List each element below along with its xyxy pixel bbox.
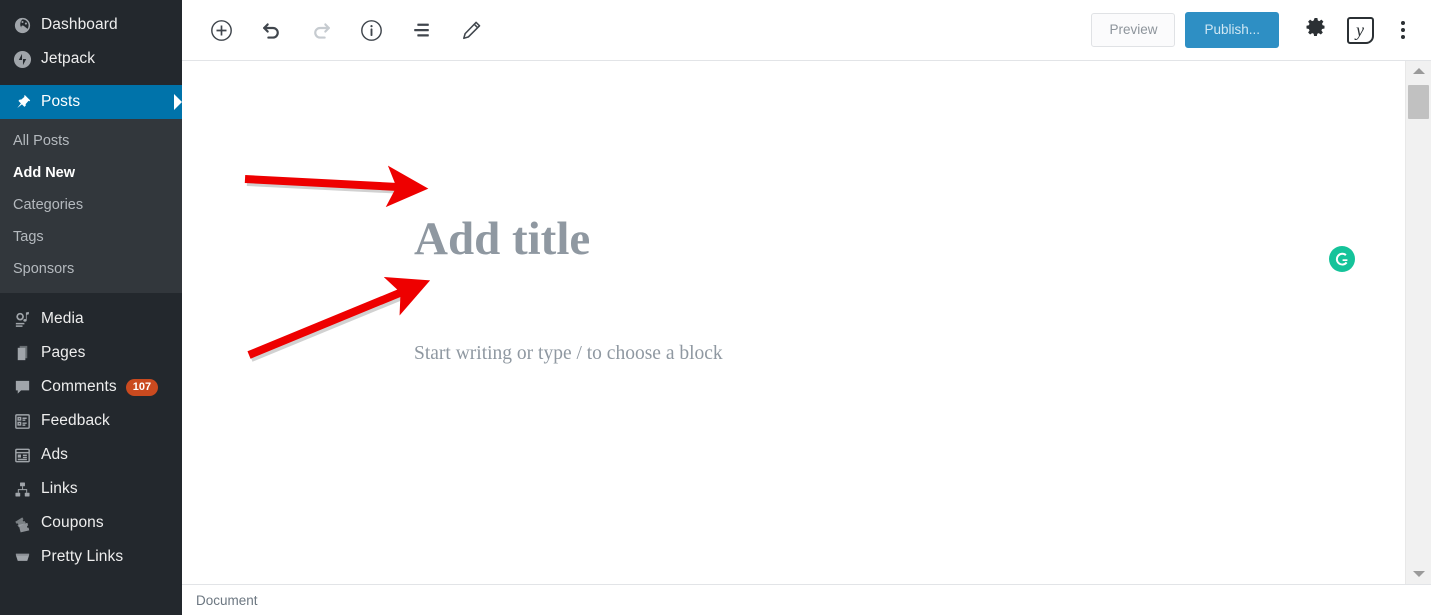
breadcrumb[interactable]: Document [196,593,258,608]
wordpress-block-editor: Dashboard Jetpack Posts All Posts Add Ne… [0,0,1431,615]
sidebar-item-label: Pretty Links [41,548,124,565]
editor-scrollbar[interactable] [1405,61,1431,584]
sidebar-item-label: Links [41,480,78,497]
post-body-paragraph-placeholder[interactable]: Start writing or type / to choose a bloc… [414,340,723,367]
sidebar-item-media[interactable]: Media [0,302,182,336]
preview-button[interactable]: Preview [1091,13,1176,47]
comment-icon [11,377,33,397]
add-block-button[interactable] [204,13,238,47]
sidebar-item-label: Comments [41,378,117,395]
settings-button[interactable] [1297,11,1335,49]
sidebar-item-ads[interactable]: Ads [0,438,182,472]
gear-icon [1304,16,1328,45]
sidebar-item-label: Jetpack [41,50,96,67]
sidebar-item-coupons[interactable]: Coupons [0,506,182,540]
comments-count-badge: 107 [125,378,159,396]
sidebar-item-pages[interactable]: Pages [0,336,182,370]
sidebar-item-label: Pages [41,344,86,361]
sidebar-separator [0,76,182,85]
publish-button[interactable]: Publish... [1185,12,1279,48]
chevron-up-icon [1412,68,1425,74]
undo-button[interactable] [254,13,288,47]
list-view-icon [409,18,434,43]
sidebar-item-posts[interactable]: Posts [0,85,182,119]
editor-statusbar: Document [182,584,1431,615]
scrollbar-down-button[interactable] [1406,564,1431,584]
sidebar-item-label: Ads [41,446,69,463]
scrollbar-thumb[interactable] [1408,85,1429,119]
dashboard-icon [11,15,33,35]
kebab-menu-icon [1401,21,1405,39]
list-view-button[interactable] [404,13,438,47]
arrow-to-title [244,165,429,208]
sidebar-item-label: Media [41,310,84,327]
undo-icon [259,18,284,43]
jetpack-icon [11,49,33,69]
links-icon [11,479,33,499]
grammarly-icon[interactable] [1329,246,1355,272]
sidebar-item-jetpack[interactable]: Jetpack [0,42,182,76]
plus-circle-icon [209,18,234,43]
yoast-seo-button[interactable]: y [1341,11,1379,49]
sidebar-item-pretty-links[interactable]: Pretty Links [0,540,182,574]
pretty-links-icon [11,547,33,567]
toolbar-right-tools: Preview Publish... y [1091,11,1417,49]
info-circle-icon [359,18,384,43]
sidebar-item-label: Posts [41,93,81,110]
submenu-item-add-new[interactable]: Add New [0,157,182,189]
editor-toolbar: Preview Publish... y [182,0,1431,61]
pages-icon [11,343,33,363]
editor-canvas-wrap: Add title Start writing or type / to cho… [182,61,1431,584]
redo-icon [309,18,334,43]
submenu-item-all-posts[interactable]: All Posts [0,125,182,157]
pencil-icon [459,18,484,43]
sidebar-item-feedback[interactable]: Feedback [0,404,182,438]
sidebar-item-comments[interactable]: Comments 107 [0,370,182,404]
edit-mode-button[interactable] [454,13,488,47]
media-icon [11,309,33,329]
sidebar-item-label: Dashboard [41,16,118,33]
submenu-item-categories[interactable]: Categories [0,189,182,221]
sidebar-item-links[interactable]: Links [0,472,182,506]
yoast-seo-icon: y [1346,16,1374,44]
post-title-input[interactable]: Add title [414,209,590,269]
editor-canvas[interactable]: Add title Start writing or type / to cho… [182,61,1405,584]
editor-main: Preview Publish... y Add title Start wri… [182,0,1431,615]
submenu-item-sponsors[interactable]: Sponsors [0,253,182,285]
details-button[interactable] [354,13,388,47]
admin-sidebar: Dashboard Jetpack Posts All Posts Add Ne… [0,0,182,615]
annotation-arrows-overlay [244,165,431,362]
coupons-icon [11,513,33,533]
more-options-button[interactable] [1389,11,1417,49]
feedback-icon [11,411,33,431]
posts-submenu: All Posts Add New Categories Tags Sponso… [0,119,182,293]
scrollbar-up-button[interactable] [1406,61,1431,81]
sidebar-item-label: Coupons [41,514,104,531]
sidebar-separator [0,293,182,302]
chevron-down-icon [1412,571,1425,577]
toolbar-left-tools [204,13,488,47]
redo-button[interactable] [304,13,338,47]
ads-icon [11,445,33,465]
pin-icon [11,92,33,112]
arrow-to-body [247,277,431,362]
submenu-item-tags[interactable]: Tags [0,221,182,253]
sidebar-item-dashboard[interactable]: Dashboard [0,8,182,42]
sidebar-item-label: Feedback [41,412,110,429]
